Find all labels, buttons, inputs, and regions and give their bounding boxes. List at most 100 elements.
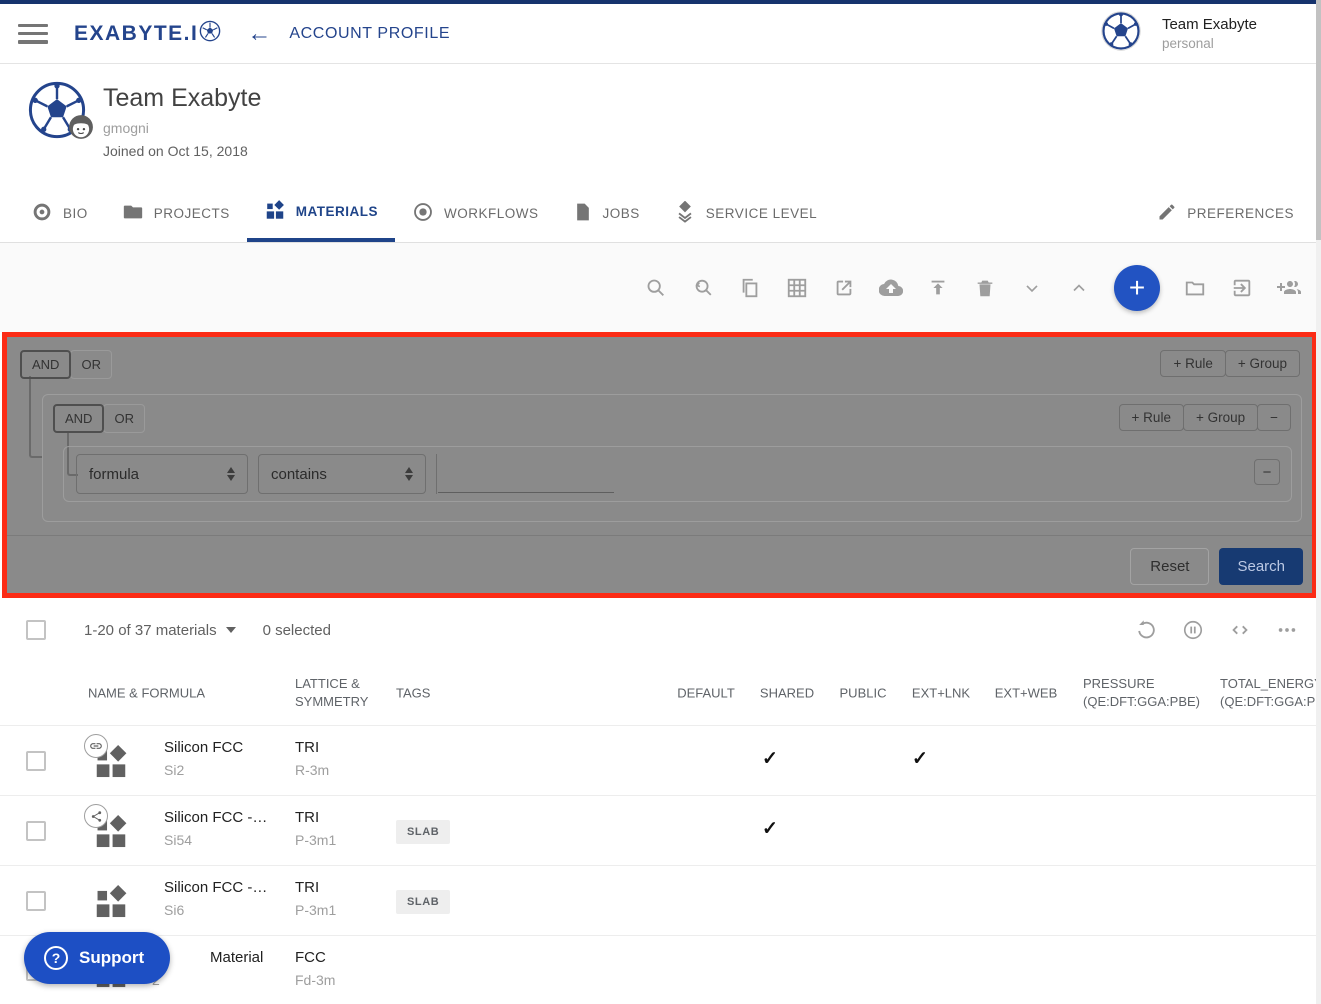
- link-badge-icon: [84, 734, 108, 758]
- symmetry-group: P-3m1: [295, 902, 336, 918]
- symmetry-group: Fd-3m: [295, 972, 335, 988]
- outer-or-button[interactable]: OR: [70, 350, 112, 379]
- chevron-down-icon[interactable]: [1020, 276, 1044, 300]
- tab-projects[interactable]: PROJECTS: [105, 185, 247, 242]
- col-lattice-symmetry[interactable]: LATTICE &SYMMETRY: [295, 675, 368, 711]
- tag-chip: SLAB: [396, 820, 450, 844]
- profile-avatar: [28, 81, 86, 139]
- material-name: Silicon FCC -…: [164, 879, 267, 896]
- outer-add-group-button[interactable]: + Group: [1225, 350, 1300, 377]
- more-icon[interactable]: [1275, 618, 1299, 642]
- toolbar-section: +: [0, 243, 1321, 332]
- chevron-up-icon[interactable]: [1067, 276, 1091, 300]
- page-title: ACCOUNT PROFILE: [289, 25, 450, 43]
- rule-field-select[interactable]: formula: [76, 454, 248, 494]
- col-ext-web[interactable]: EXT+WEB: [995, 685, 1058, 700]
- col-public[interactable]: PUBLIC: [840, 685, 887, 700]
- topbar: EXABYTE.I ← ACCOUNT PROFILE Team Exabyte…: [0, 4, 1321, 64]
- search-icon[interactable]: [644, 276, 668, 300]
- eye-icon: [31, 201, 53, 226]
- group-add-icon[interactable]: [1277, 276, 1301, 300]
- col-name-formula[interactable]: NAME & FORMULA: [88, 685, 205, 700]
- face-badge-icon: [68, 114, 94, 145]
- copy-icon[interactable]: [738, 276, 762, 300]
- outer-and-button[interactable]: AND: [20, 350, 71, 379]
- trash-icon[interactable]: [973, 276, 997, 300]
- upload-icon[interactable]: [926, 276, 950, 300]
- row-checkbox[interactable]: [26, 891, 46, 911]
- open-in-new-icon[interactable]: [832, 276, 856, 300]
- scrollbar-track[interactable]: [1316, 0, 1321, 1004]
- search-button[interactable]: Search: [1219, 548, 1303, 585]
- inner-group-actions: + Rule + Group −: [1119, 404, 1291, 431]
- col-ext-lnk[interactable]: EXT+LNK: [912, 685, 970, 700]
- name-formula-cell: Material 2: [164, 949, 263, 988]
- lattice-symmetry-cell: TRI P-3m1: [295, 809, 336, 848]
- tab-preferences[interactable]: PREFERENCES: [1140, 185, 1311, 242]
- materials-toolbar: +: [644, 243, 1301, 332]
- name-formula-cell: Silicon FCC -… Si6: [164, 879, 267, 918]
- code-icon[interactable]: [1228, 618, 1252, 642]
- search-history-icon[interactable]: [691, 276, 715, 300]
- inner-add-rule-button[interactable]: + Rule: [1119, 404, 1184, 431]
- row-checkbox[interactable]: [26, 821, 46, 841]
- tab-materials-label: MATERIALS: [296, 204, 378, 219]
- pause-circle-icon[interactable]: [1181, 618, 1205, 642]
- folder-icon: [122, 201, 144, 226]
- material-icon: [92, 883, 130, 926]
- cloud-upload-icon[interactable]: [879, 276, 903, 300]
- pagination-range[interactable]: 1-20 of 37 materials: [84, 622, 236, 639]
- col-pressure[interactable]: PRESSURE(QE:DFT:GGA:PBE): [1083, 675, 1200, 711]
- col-shared[interactable]: SHARED: [760, 685, 814, 700]
- reset-button[interactable]: Reset: [1130, 548, 1209, 585]
- table-row[interactable]: Silicon FCC -… Si54 TRI P-3m1 SLAB ✓: [0, 795, 1321, 865]
- folder-open-icon[interactable]: [1183, 276, 1207, 300]
- col-default[interactable]: DEFAULT: [677, 685, 735, 700]
- col-total-energy[interactable]: TOTAL_ENERGY(QE:DFT:GGA:PE: [1220, 675, 1321, 711]
- support-button[interactable]: ? Support: [24, 932, 170, 984]
- tab-bio[interactable]: BIO: [14, 185, 105, 242]
- table-row[interactable]: Silicon FCC -… Si6 TRI P-3m1 SLAB: [0, 865, 1321, 935]
- add-material-button[interactable]: +: [1114, 265, 1160, 311]
- tab-jobs[interactable]: JOBS: [556, 185, 657, 242]
- grid-icon[interactable]: [785, 276, 809, 300]
- brand-logo[interactable]: EXABYTE.I: [74, 20, 221, 48]
- table-row[interactable]: Material 2 FCC Fd-3m: [0, 935, 1321, 1004]
- inner-or-button[interactable]: OR: [103, 404, 145, 433]
- material-formula: Si2: [164, 762, 243, 778]
- tab-materials[interactable]: MATERIALS: [247, 185, 395, 242]
- col-tags[interactable]: TAGS: [396, 685, 430, 700]
- tab-service-level[interactable]: SERVICE LEVEL: [657, 185, 834, 242]
- tab-workflows[interactable]: WORKFLOWS: [395, 185, 556, 242]
- select-all-checkbox[interactable]: [26, 620, 46, 640]
- rule-divider: [436, 454, 437, 494]
- remove-rule-button[interactable]: −: [1254, 459, 1280, 485]
- select-spinner-icon: [213, 467, 235, 481]
- lattice-symmetry-cell: FCC Fd-3m: [295, 949, 335, 988]
- material-formula: Si54: [164, 832, 267, 848]
- inner-add-group-button[interactable]: + Group: [1183, 404, 1258, 431]
- refresh-icon[interactable]: [1134, 618, 1158, 642]
- query-footer-divider: [7, 535, 1312, 536]
- exit-to-app-icon[interactable]: [1230, 276, 1254, 300]
- table-row[interactable]: Silicon FCC Si2 TRI R-3m ✓ ✓: [0, 725, 1321, 795]
- outer-add-rule-button[interactable]: + Rule: [1160, 350, 1225, 377]
- rule-operator-select[interactable]: contains: [258, 454, 426, 494]
- scrollbar-thumb[interactable]: [1316, 0, 1321, 240]
- inner-and-button[interactable]: AND: [53, 404, 104, 433]
- topbar-user-name: Team Exabyte: [1162, 16, 1257, 33]
- row-checkbox[interactable]: [26, 751, 46, 771]
- topbar-user-area[interactable]: Team Exabyte personal: [1100, 10, 1257, 57]
- back-arrow-icon[interactable]: ←: [247, 20, 271, 48]
- rule-value-input[interactable]: [438, 459, 614, 493]
- rule-operator-value: contains: [271, 466, 327, 483]
- lattice-symmetry-cell: TRI R-3m: [295, 739, 329, 778]
- material-name: Silicon FCC: [164, 739, 243, 756]
- brand-text: EXABYTE.I: [74, 22, 198, 46]
- lattice-type: TRI: [295, 809, 336, 826]
- shared-check: ✓: [762, 747, 778, 770]
- inner-remove-group-button[interactable]: −: [1257, 404, 1291, 431]
- tab-bio-label: BIO: [63, 206, 88, 221]
- menu-icon[interactable]: [18, 24, 48, 44]
- document-icon: [573, 201, 593, 226]
